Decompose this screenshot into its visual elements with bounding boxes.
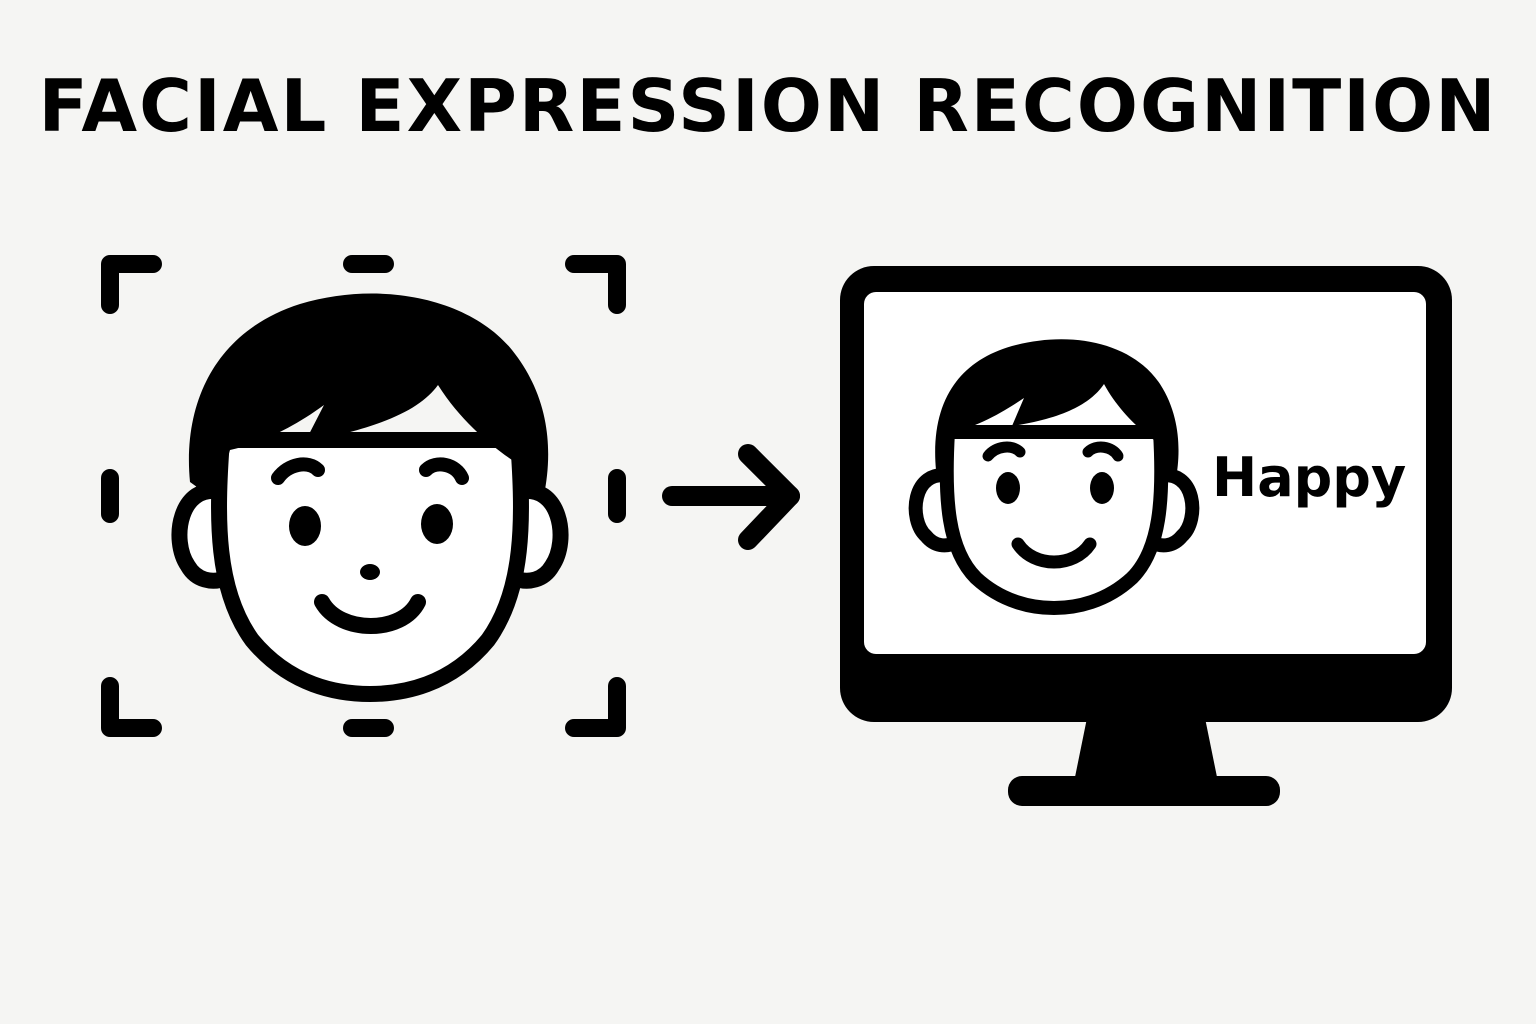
input-face-icon bbox=[171, 293, 569, 702]
output-face-left-eye bbox=[996, 472, 1020, 504]
diagram-canvas: FACIAL EXPRESSION RECOGNITION Happy bbox=[0, 0, 1536, 1024]
input-face-left-eye bbox=[289, 506, 321, 546]
output-face-right-eye bbox=[1090, 472, 1114, 504]
monitor-stand-neck bbox=[1074, 718, 1218, 782]
output-face-head bbox=[939, 425, 1169, 615]
diagram-scene: Happy bbox=[101, 255, 1452, 806]
input-face-right-eye bbox=[421, 504, 453, 544]
arrow-right-icon bbox=[662, 444, 800, 550]
input-face-nose bbox=[360, 564, 380, 580]
monitor-stand-base bbox=[1008, 776, 1280, 806]
frame-corner-bottom-left bbox=[101, 677, 162, 737]
expression-label: Happy bbox=[1212, 446, 1406, 509]
frame-corner-top-left bbox=[101, 255, 162, 314]
frame-corner-top-right bbox=[565, 255, 626, 314]
frame-corner-bottom-right bbox=[565, 677, 626, 737]
